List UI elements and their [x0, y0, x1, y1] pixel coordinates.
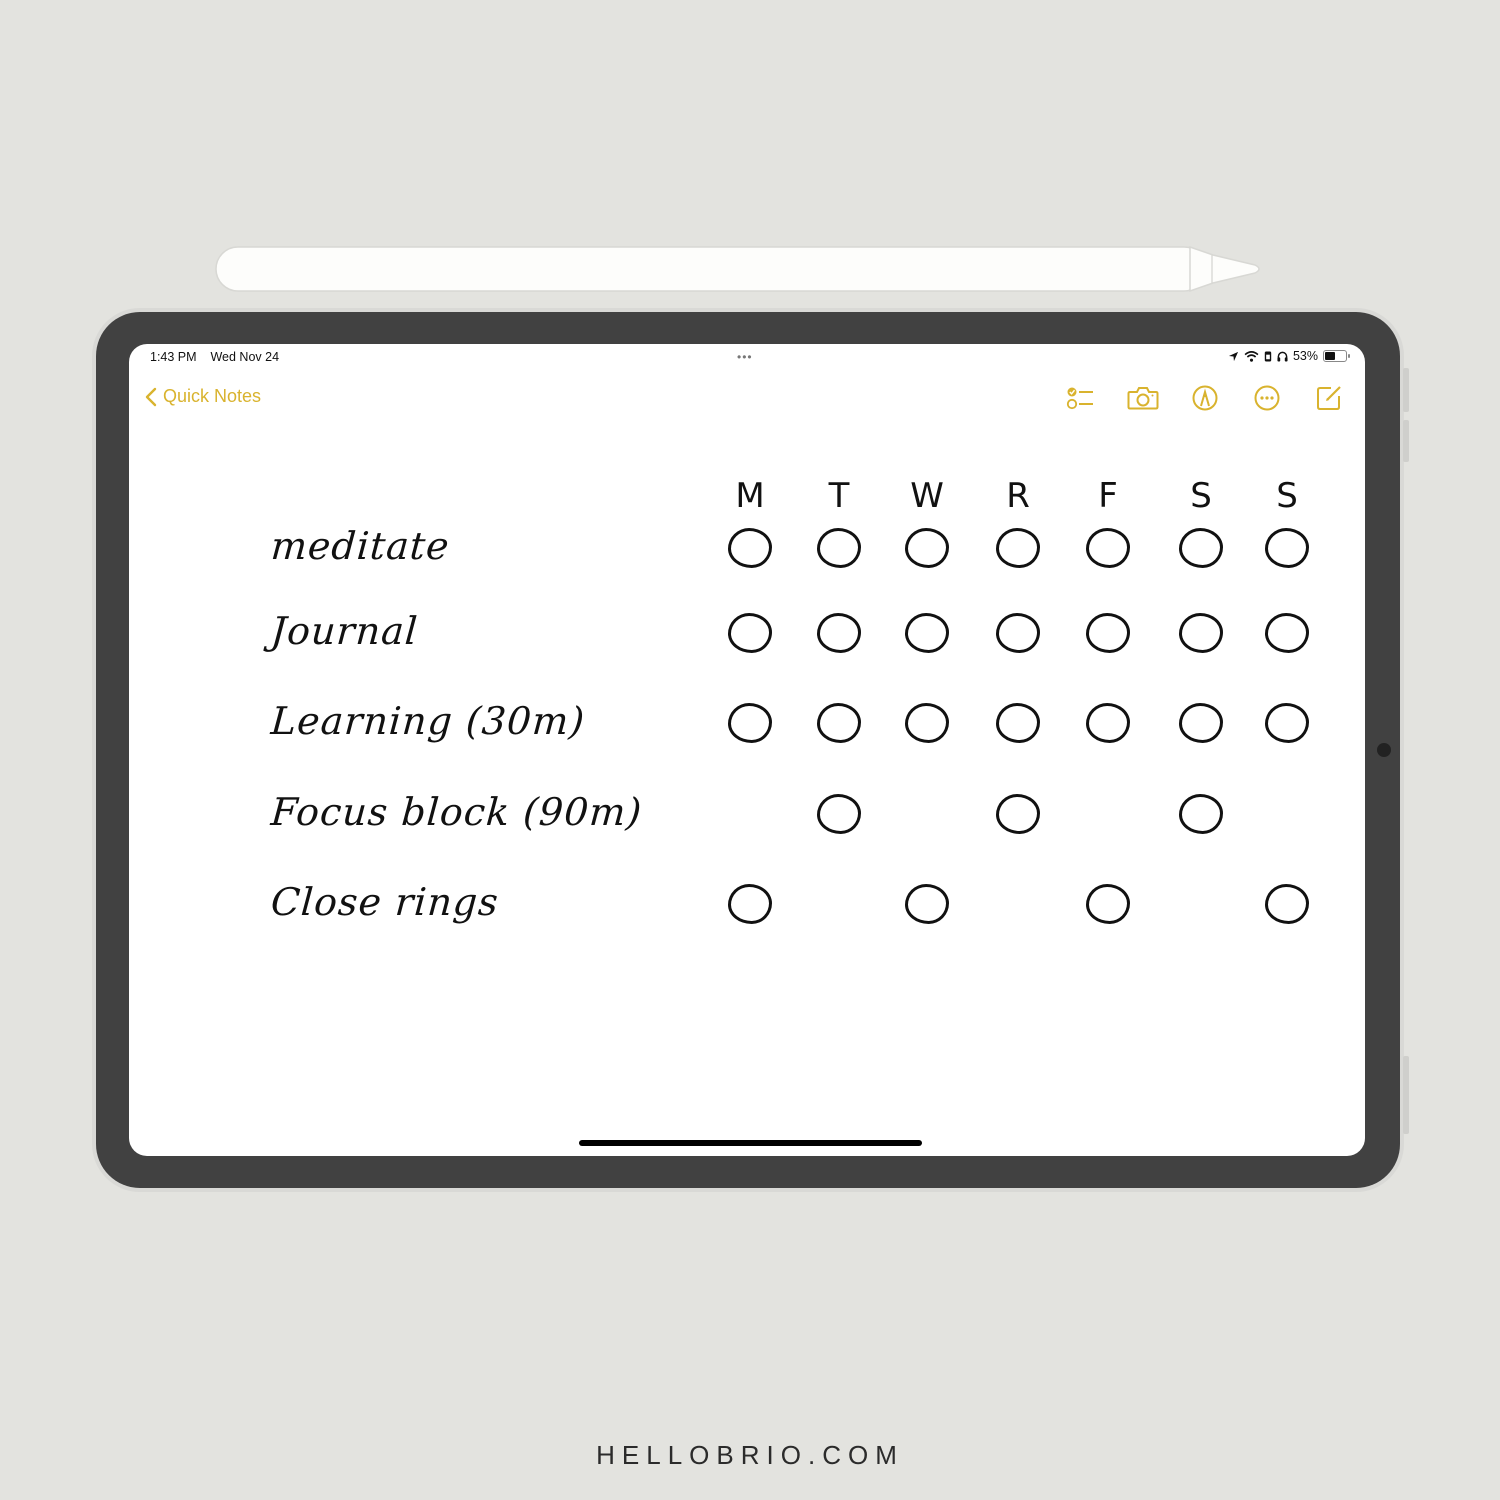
- habit-ring: [1086, 884, 1130, 924]
- habit-ring: [996, 794, 1040, 834]
- status-time: 1:43 PM: [150, 350, 197, 364]
- markup-button[interactable]: [1189, 384, 1221, 412]
- day-header: W: [910, 476, 944, 516]
- headphones-icon: [1277, 351, 1288, 362]
- multitask-dots[interactable]: •••: [737, 350, 753, 364]
- habit-ring: [728, 613, 772, 653]
- side-button: [1403, 1056, 1409, 1134]
- markup-pen-icon: [1192, 385, 1218, 411]
- battery-percent: 53%: [1292, 349, 1318, 363]
- habit-ring: [1086, 528, 1130, 568]
- location-icon: [1228, 351, 1239, 361]
- habit-label: Close rings: [269, 880, 501, 924]
- habit-ring: [817, 794, 861, 834]
- chevron-left-icon: [145, 387, 157, 406]
- habit-ring: [1265, 613, 1309, 653]
- status-date: Wed Nov 24: [210, 350, 280, 364]
- sim-icon: [1264, 350, 1272, 362]
- day-header: M: [735, 476, 765, 516]
- apple-pencil: [215, 246, 1260, 292]
- habit-ring: [817, 703, 861, 743]
- more-options-button[interactable]: [1251, 384, 1283, 412]
- habit-ring: [728, 884, 772, 924]
- habit-ring: [817, 528, 861, 568]
- day-header: F: [1098, 476, 1118, 516]
- day-header: S: [1276, 476, 1298, 516]
- habit-ring: [996, 703, 1040, 743]
- wifi-icon: [1244, 350, 1259, 362]
- habit-ring: [1086, 613, 1130, 653]
- camera-button[interactable]: [1127, 384, 1159, 412]
- compose-icon: [1317, 386, 1341, 410]
- habit-ring: [1265, 703, 1309, 743]
- camera-icon: [1127, 387, 1159, 410]
- habit-ring: [996, 613, 1040, 653]
- volume-up-button: [1403, 368, 1409, 412]
- note-toolbar: [1065, 384, 1345, 412]
- battery-fill: [1325, 352, 1335, 360]
- checklist-button[interactable]: [1065, 384, 1097, 412]
- habit-label: Journal: [269, 609, 420, 653]
- habit-ring: [728, 703, 772, 743]
- habit-ring: [1179, 613, 1223, 653]
- battery-icon: [1323, 350, 1350, 362]
- habit-ring: [817, 613, 861, 653]
- habit-label: Focus block (90m): [269, 790, 644, 834]
- habit-ring: [1265, 528, 1309, 568]
- screen: 1:43 PM Wed Nov 24 ••• 53% Quick Notes M…: [129, 344, 1365, 1156]
- checklist-icon: [1066, 387, 1093, 410]
- habit-ring: [996, 528, 1040, 568]
- habit-ring: [905, 703, 949, 743]
- footer-website: HELLOBRIO.COM: [596, 1440, 904, 1470]
- day-header: S: [1190, 476, 1212, 516]
- habit-ring: [905, 884, 949, 924]
- home-indicator[interactable]: [579, 1140, 922, 1146]
- habit-ring: [728, 528, 772, 568]
- volume-down-button: [1403, 420, 1409, 462]
- habit-ring: [1179, 528, 1223, 568]
- compose-button[interactable]: [1313, 384, 1345, 412]
- status-time-date: 1:43 PM Wed Nov 24: [150, 350, 279, 364]
- habit-ring: [1179, 703, 1223, 743]
- more-options-icon: [1254, 385, 1280, 411]
- habit-ring: [905, 528, 949, 568]
- back-label: Quick Notes: [163, 386, 262, 406]
- habit-label: meditate: [269, 524, 452, 568]
- habit-label: Learning (30m): [269, 699, 587, 743]
- back-button[interactable]: Quick Notes: [145, 386, 261, 407]
- day-header: R: [1006, 476, 1030, 516]
- camera-lens: [1377, 743, 1391, 757]
- habit-ring: [1179, 794, 1223, 834]
- habit-ring: [1265, 884, 1309, 924]
- habit-ring: [905, 613, 949, 653]
- status-indicators: 53%: [1228, 349, 1350, 363]
- habit-ring: [1086, 703, 1130, 743]
- day-header: T: [828, 476, 850, 516]
